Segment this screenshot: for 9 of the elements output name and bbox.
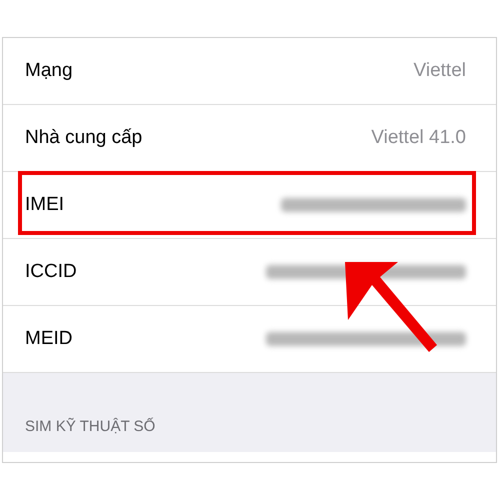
row-label: IMEI bbox=[25, 192, 64, 217]
row-value: Viettel bbox=[414, 58, 466, 83]
row-value: Viettel 41.0 bbox=[371, 126, 466, 150]
row-label: ICCID bbox=[25, 260, 77, 284]
arrow-icon bbox=[342, 260, 438, 354]
section-header: SIM KỸ THUẬT SỐ bbox=[25, 416, 156, 436]
row-label: Nhà cung cấp bbox=[25, 126, 142, 150]
row-label: Mạng bbox=[25, 58, 73, 83]
row-label: MEID bbox=[25, 326, 72, 351]
